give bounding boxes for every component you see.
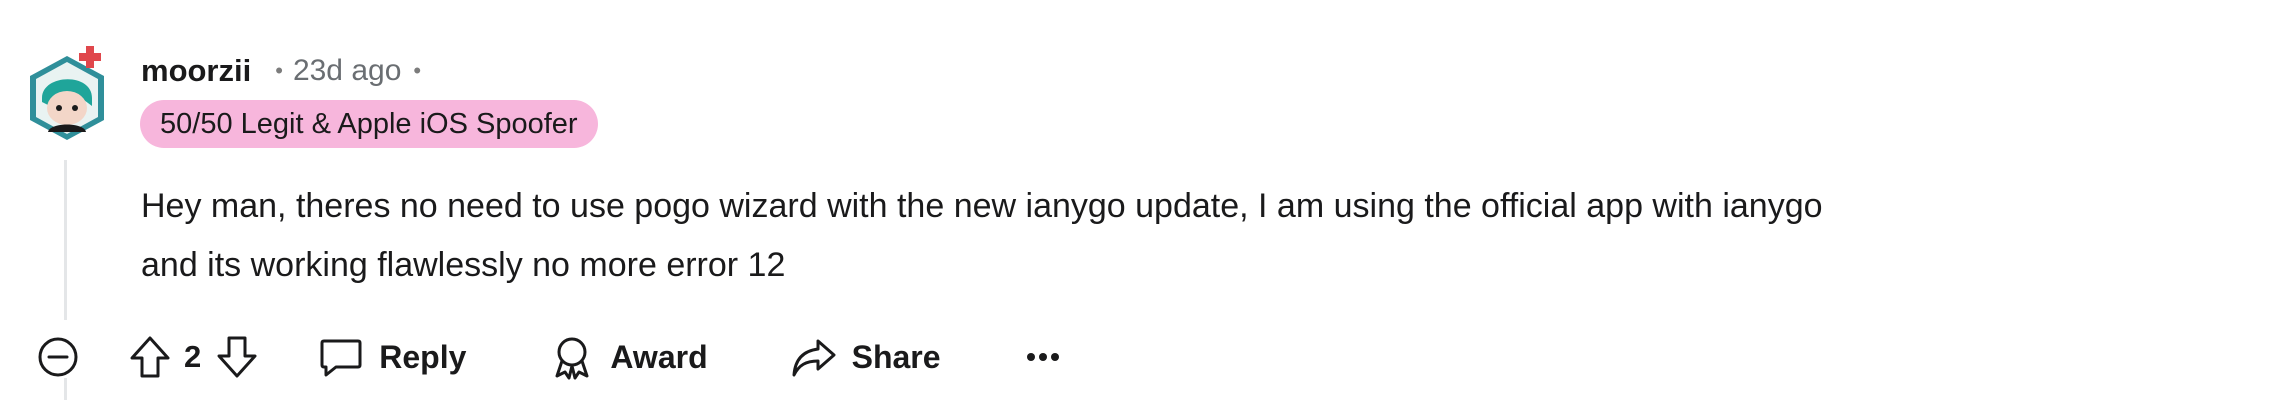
comment-action-bar: 2 Reply Award Share — [34, 330, 1069, 384]
downvote-button[interactable] — [211, 331, 263, 383]
minus-circle-icon — [38, 337, 78, 377]
share-arrow-icon — [788, 331, 840, 383]
award-button[interactable]: Award — [546, 331, 708, 383]
comment-body-line: Hey man, theres no need to use pogo wiza… — [141, 187, 1823, 225]
share-button[interactable]: Share — [788, 331, 941, 383]
timestamp[interactable]: 23d ago — [293, 54, 401, 88]
user-avatar[interactable] — [24, 46, 110, 142]
downvote-arrow-icon — [217, 336, 257, 378]
more-options-button[interactable] — [1017, 331, 1069, 383]
avatar-image — [30, 46, 104, 140]
separator-dot: • — [275, 58, 283, 83]
reply-label: Reply — [379, 338, 467, 375]
award-medal-icon — [546, 331, 598, 383]
reply-button[interactable]: Reply — [315, 331, 466, 383]
share-label: Share — [851, 338, 941, 375]
more-options-icon — [1026, 353, 1059, 361]
comment-bubble-icon — [315, 331, 367, 383]
vote-score: 2 — [184, 339, 202, 374]
separator-dot-end: • — [413, 58, 422, 83]
comment: moorzii • 23d ago • 50/50 Legit & Apple … — [0, 0, 2287, 400]
upvote-arrow-icon — [130, 336, 170, 378]
thread-line[interactable] — [64, 160, 67, 320]
user-flair: 50/50 Legit & Apple iOS Spoofer — [140, 100, 598, 148]
comment-body-line: and its working flawlessly no more error… — [141, 246, 786, 284]
comment-body: Hey man, theres no need to use pogo wiza… — [141, 177, 2271, 295]
username-link[interactable]: moorzii — [141, 53, 251, 89]
comment-header: moorzii • 23d ago • — [141, 48, 421, 94]
collapse-button[interactable] — [34, 333, 82, 381]
award-label: Award — [610, 338, 708, 375]
upvote-button[interactable] — [124, 331, 176, 383]
